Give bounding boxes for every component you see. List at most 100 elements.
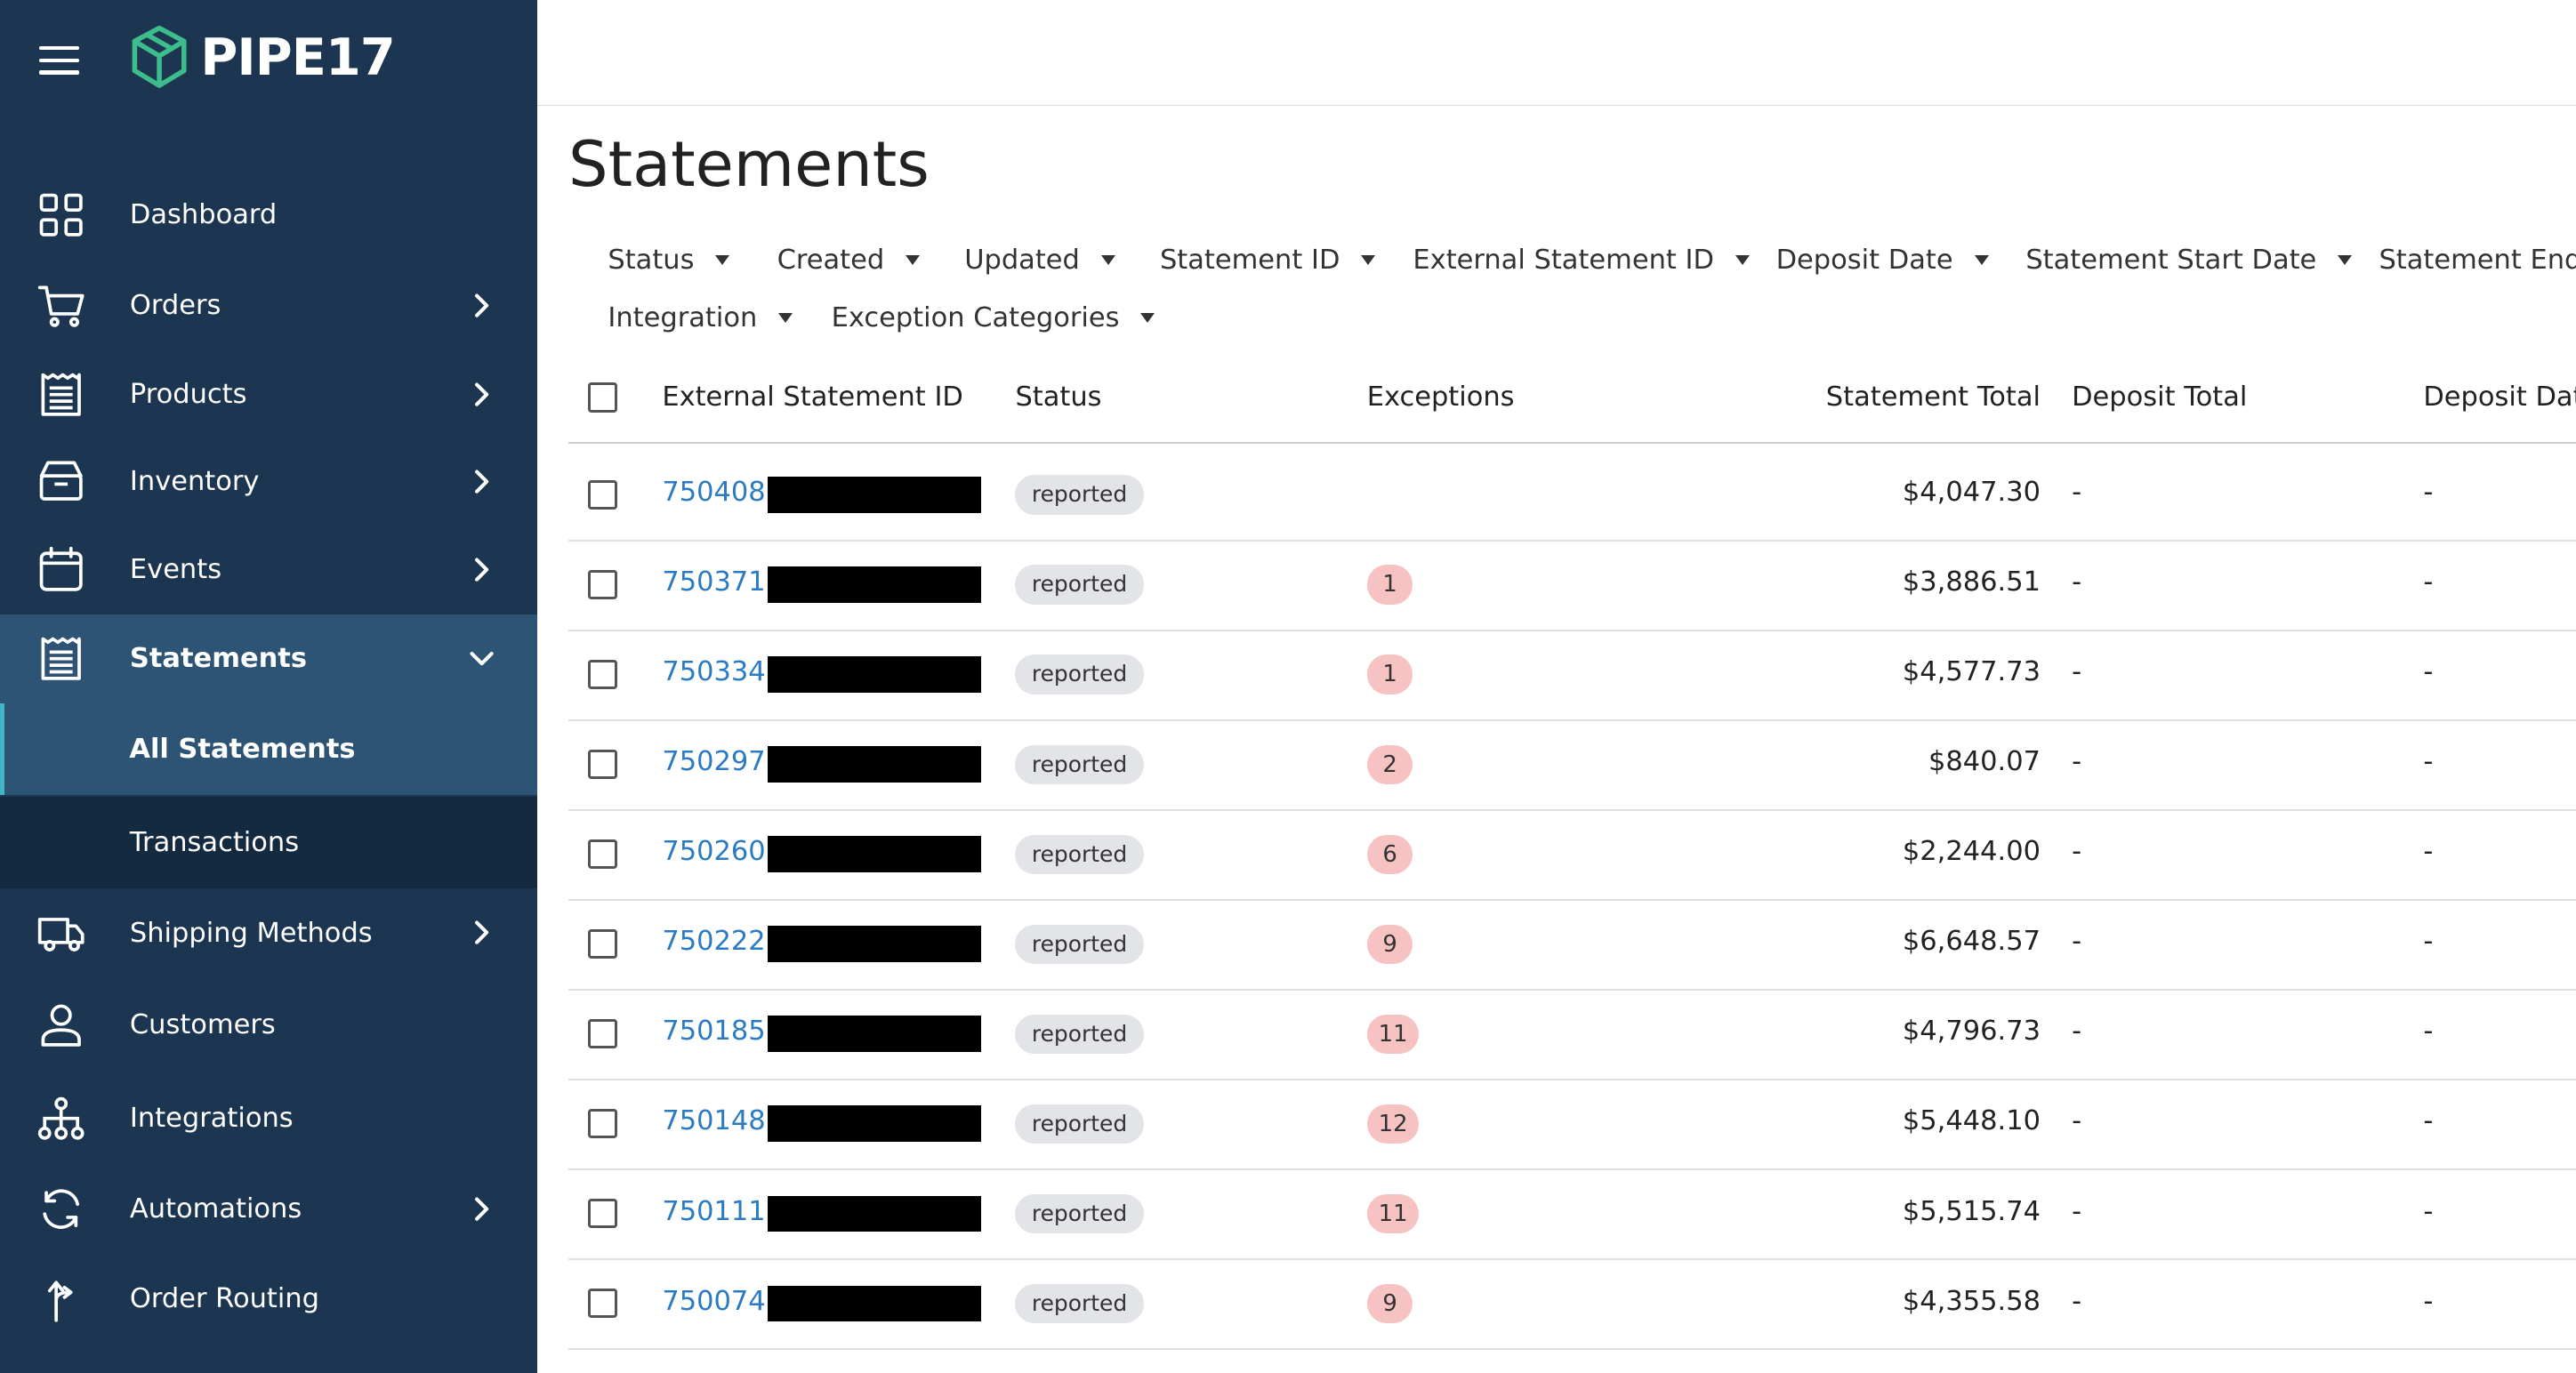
- status-badge: reported: [1015, 1014, 1144, 1054]
- status-badge: reported: [1015, 654, 1144, 695]
- filter-created[interactable]: Created: [777, 245, 921, 276]
- redaction-bar: [767, 836, 981, 873]
- sidebar-subitem-all-statements[interactable]: All Statements: [0, 703, 537, 795]
- status-badge: reported: [1015, 1104, 1144, 1144]
- divider: [568, 441, 2576, 444]
- sidebar-item-label: Orders: [129, 290, 221, 322]
- exception-count-badge[interactable]: 9: [1366, 1283, 1413, 1324]
- row-checkbox[interactable]: [588, 929, 618, 959]
- statement-id-link[interactable]: 750260: [662, 836, 765, 867]
- app-name: PIPE17: [200, 28, 395, 88]
- statement-total: $4,577.73: [1902, 656, 2041, 688]
- sidebar-item-products[interactable]: Products: [0, 349, 537, 438]
- row-checkbox[interactable]: [588, 660, 618, 690]
- redaction-bar: [767, 1285, 981, 1322]
- exception-count-badge[interactable]: 9: [1366, 924, 1413, 964]
- filter-integration[interactable]: Integration: [608, 302, 793, 333]
- deposit-date: -: [2423, 746, 2434, 778]
- chevron-right-icon: [474, 1197, 488, 1221]
- chevron-right-icon: [474, 558, 488, 582]
- logo[interactable]: PIPE17: [128, 23, 396, 92]
- row-checkbox[interactable]: [588, 479, 618, 510]
- select-all-checkbox[interactable]: [588, 382, 618, 413]
- statement-id-link[interactable]: 750371: [662, 566, 765, 598]
- row-divider: [568, 989, 2576, 992]
- row-checkbox[interactable]: [588, 1199, 618, 1229]
- statement-id-link[interactable]: 750111: [662, 1196, 765, 1227]
- menu-icon[interactable]: [39, 45, 79, 76]
- sidebar-item-events[interactable]: Events: [0, 526, 537, 614]
- sidebar-item-customers[interactable]: Customers: [0, 981, 537, 1070]
- filter-external-statement-id[interactable]: External Statement ID: [1413, 245, 1750, 276]
- statement-id-link[interactable]: 750408: [662, 477, 765, 508]
- exception-count-badge[interactable]: 11: [1366, 1014, 1420, 1054]
- redaction-bar: [767, 477, 981, 513]
- row-divider: [568, 1348, 2576, 1351]
- statement-total: $6,648.57: [1902, 926, 2041, 958]
- deposit-date: -: [2423, 566, 2434, 598]
- filter-deposit-date[interactable]: Deposit Date: [1776, 245, 1989, 276]
- row-checkbox[interactable]: [588, 1289, 618, 1319]
- exception-count-badge[interactable]: 6: [1366, 834, 1413, 874]
- sidebar-item-orders[interactable]: Orders: [0, 261, 537, 350]
- status-badge: reported: [1015, 1193, 1144, 1233]
- statement-total: $3,886.51: [1902, 566, 2041, 598]
- deposit-total: -: [2072, 566, 2082, 598]
- column-header-external-id[interactable]: External Statement ID: [662, 381, 963, 413]
- statement-id-link[interactable]: 750185: [662, 1016, 765, 1047]
- deposit-date: -: [2423, 1195, 2434, 1227]
- dashboard-grid-icon: [36, 190, 85, 239]
- caret-down-icon: [715, 255, 730, 266]
- statement-id-link[interactable]: 750334: [662, 656, 765, 687]
- row-checkbox[interactable]: [588, 1019, 618, 1049]
- statement-id-link[interactable]: 750222: [662, 926, 765, 957]
- filter-statement-id[interactable]: Statement ID: [1160, 245, 1376, 276]
- statement-id-link[interactable]: 750074: [662, 1286, 765, 1317]
- sidebar-item-shipping-methods[interactable]: Shipping Methods: [0, 888, 537, 977]
- statement-total: $840.07: [1928, 746, 2041, 778]
- sidebar-item-dashboard[interactable]: Dashboard: [0, 171, 537, 260]
- exception-count-badge[interactable]: 2: [1366, 744, 1413, 784]
- row-checkbox[interactable]: [588, 1109, 618, 1139]
- filter-exception-categories[interactable]: Exception Categories: [832, 302, 1155, 333]
- column-header-exceptions[interactable]: Exceptions: [1367, 381, 1515, 413]
- filter-statement-start-date[interactable]: Statement Start Date: [2025, 245, 2353, 276]
- exception-count-badge[interactable]: 12: [1366, 1104, 1420, 1144]
- sidebar-item-integrations[interactable]: Integrations: [0, 1074, 537, 1163]
- column-header-deposit-date[interactable]: Deposit Date: [2423, 381, 2576, 413]
- column-header-status[interactable]: Status: [1015, 381, 1101, 413]
- logo-cube-icon: [132, 25, 187, 88]
- filter-updated[interactable]: Updated: [964, 245, 1115, 276]
- statement-total: $2,244.00: [1902, 836, 2041, 868]
- filter-statement-end-date[interactable]: Statement End D: [2379, 245, 2576, 276]
- sidebar-item-inventory[interactable]: Inventory: [0, 437, 537, 526]
- sidebar-item-label: Customers: [129, 1009, 276, 1041]
- sidebar-subitem-transactions[interactable]: Transactions: [0, 796, 537, 889]
- column-header-deposit-total[interactable]: Deposit Total: [2072, 381, 2247, 413]
- caret-down-icon: [1735, 255, 1750, 266]
- statement-id-link[interactable]: 750148: [662, 1105, 765, 1136]
- sidebar-item-statements[interactable]: Statements: [0, 614, 537, 703]
- chevron-right-icon: [474, 920, 488, 945]
- row-divider: [568, 630, 2576, 631]
- row-divider: [568, 899, 2576, 902]
- sidebar-item-automations[interactable]: Automations: [0, 1165, 537, 1254]
- routing-arrow-icon: [36, 1274, 85, 1323]
- exception-count-badge[interactable]: 1: [1366, 565, 1413, 605]
- redaction-bar: [767, 1016, 981, 1053]
- status-badge: reported: [1015, 1283, 1144, 1324]
- row-checkbox[interactable]: [588, 839, 618, 870]
- statement-total: $5,448.10: [1902, 1105, 2041, 1137]
- deposit-total: -: [2072, 1285, 2082, 1317]
- filter-status[interactable]: Status: [608, 245, 730, 276]
- deposit-total: -: [2072, 926, 2082, 958]
- row-checkbox[interactable]: [588, 570, 618, 600]
- exception-count-badge[interactable]: 1: [1366, 654, 1413, 695]
- products-list-icon: [36, 370, 85, 419]
- caret-down-icon: [1974, 255, 1989, 266]
- sidebar-item-order-routing[interactable]: Order Routing: [0, 1255, 537, 1344]
- column-header-statement-total[interactable]: Statement Total: [1826, 381, 2041, 413]
- statement-id-link[interactable]: 750297: [662, 746, 765, 777]
- row-checkbox[interactable]: [588, 750, 618, 780]
- exception-count-badge[interactable]: 11: [1366, 1193, 1420, 1233]
